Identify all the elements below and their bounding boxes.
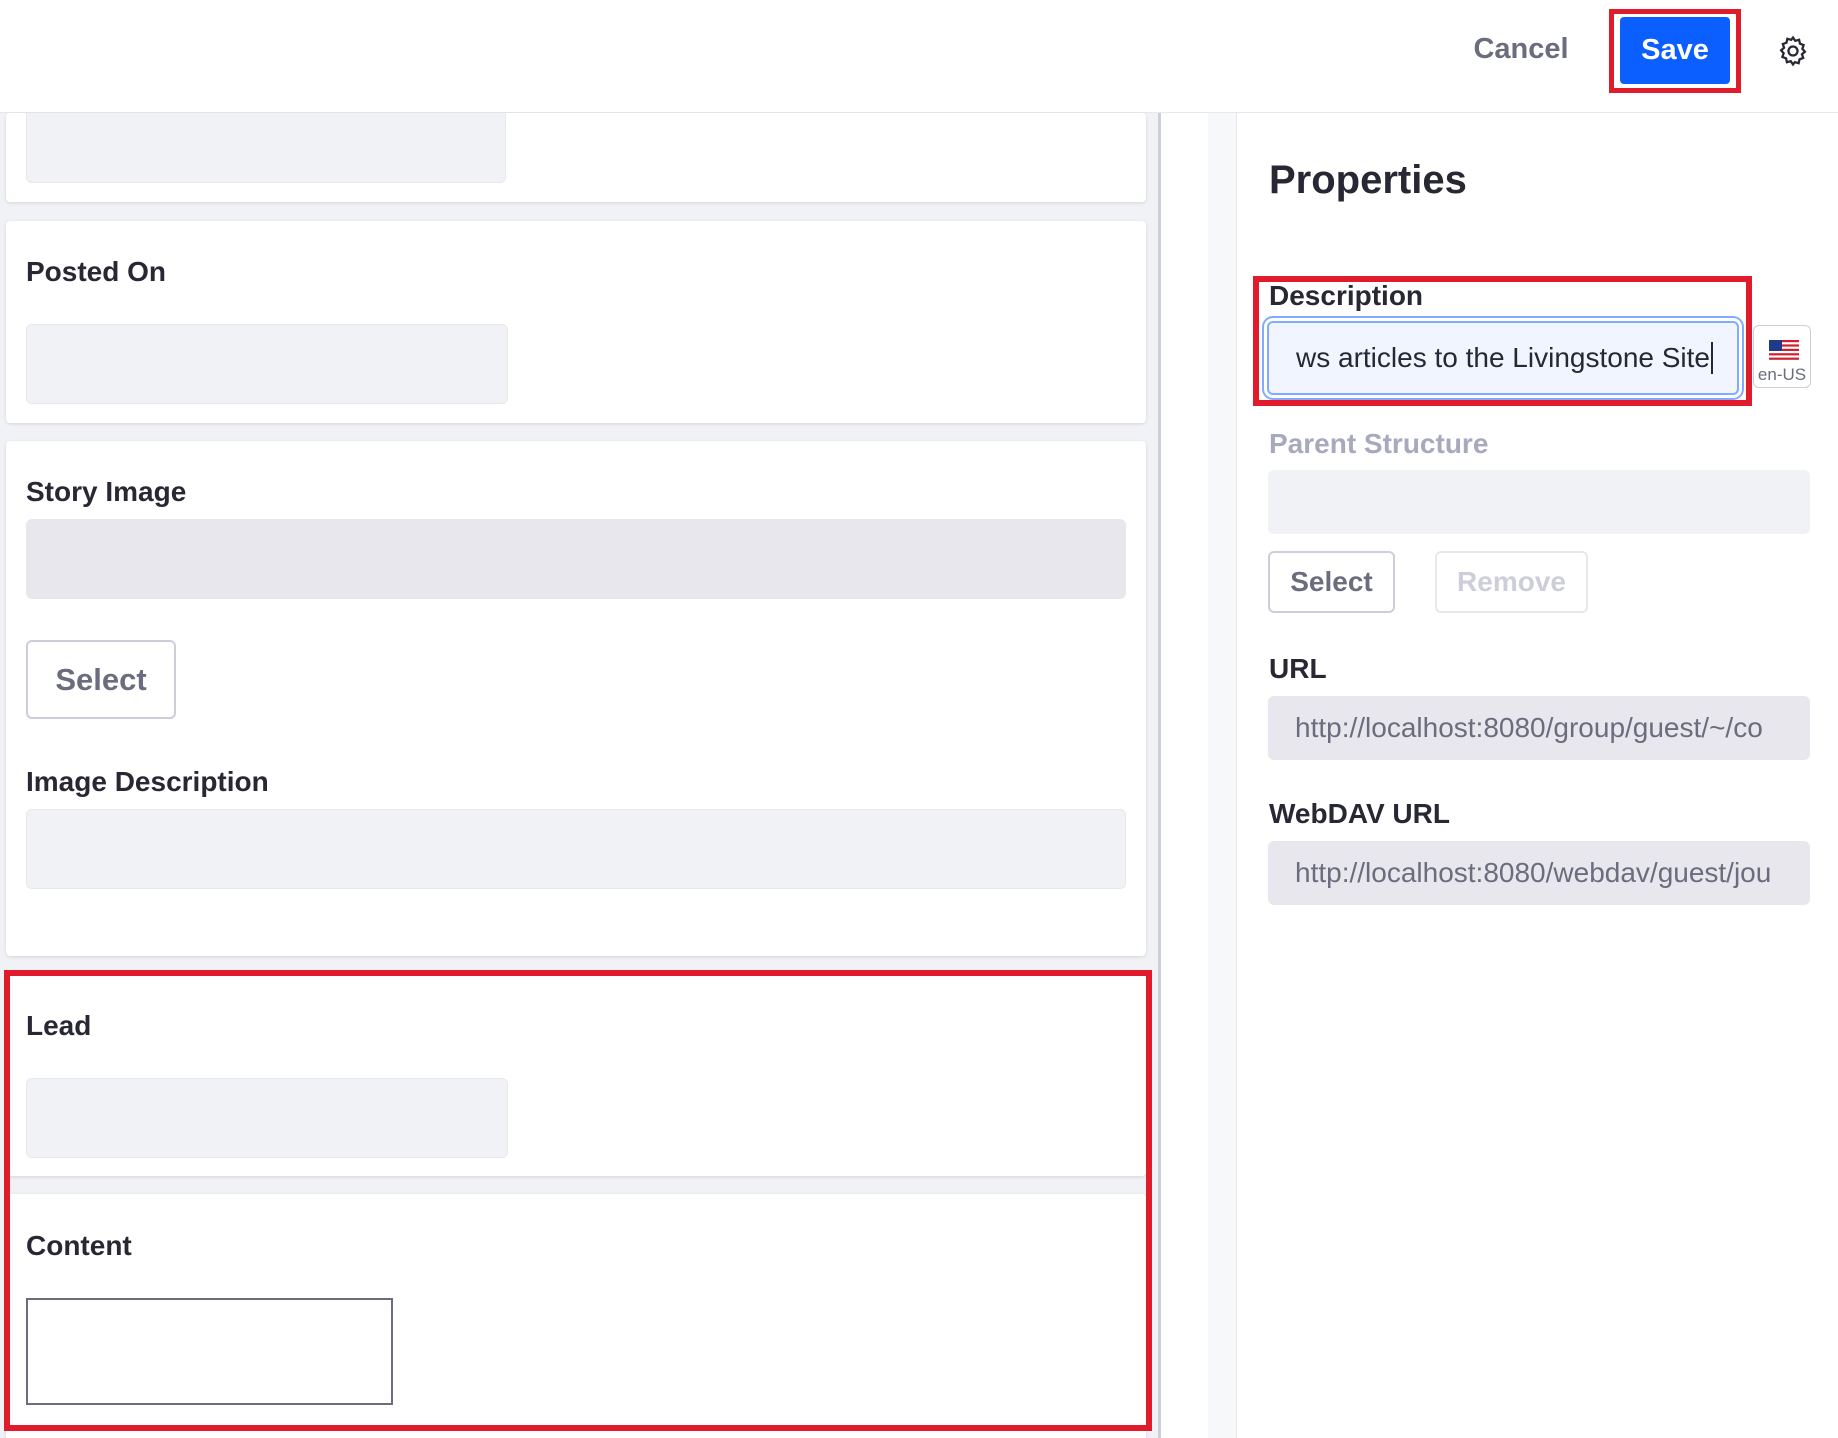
image-description-input[interactable] [26,809,1126,889]
gear-icon[interactable] [1776,34,1810,68]
story-image-input[interactable] [26,519,1126,599]
description-highlight-frame [1253,276,1752,406]
parent-structure-select-button[interactable]: Select [1268,551,1395,613]
posted-on-card: Posted On [6,221,1146,423]
panel-gutter-inner [1208,113,1236,1438]
webdav-url-field[interactable]: http://localhost:8080/webdav/guest/jou [1268,841,1810,905]
webdav-url-label: WebDAV URL [1269,798,1450,829]
parent-structure-label: Parent Structure [1269,428,1489,459]
properties-title: Properties [1269,158,1467,202]
parent-structure-input [1268,470,1810,534]
us-flag-icon [1769,340,1799,360]
form-card-top [6,113,1146,202]
story-image-label: Story Image [26,476,187,507]
posted-on-input[interactable] [26,324,508,404]
url-field[interactable]: http://localhost:8080/group/guest/~/co [1268,696,1810,760]
parent-structure-remove-button: Remove [1435,551,1588,613]
image-description-label: Image Description [26,766,269,797]
url-value: http://localhost:8080/group/guest/~/co [1295,712,1763,743]
save-button[interactable]: Save [1620,17,1730,84]
story-image-card: Story Image Image Description [6,441,1146,956]
webdav-url-value: http://localhost:8080/webdav/guest/jou [1295,857,1772,888]
posted-on-label: Posted On [26,256,167,287]
cancel-button[interactable]: Cancel [1466,22,1576,76]
language-selector-button[interactable]: en-US [1753,325,1811,388]
top-field-input[interactable] [26,113,506,183]
lead-content-highlight-frame [4,970,1152,1431]
story-image-select-button[interactable]: Select [26,640,176,719]
url-label: URL [1269,653,1327,684]
language-code: en-US [1757,365,1807,384]
